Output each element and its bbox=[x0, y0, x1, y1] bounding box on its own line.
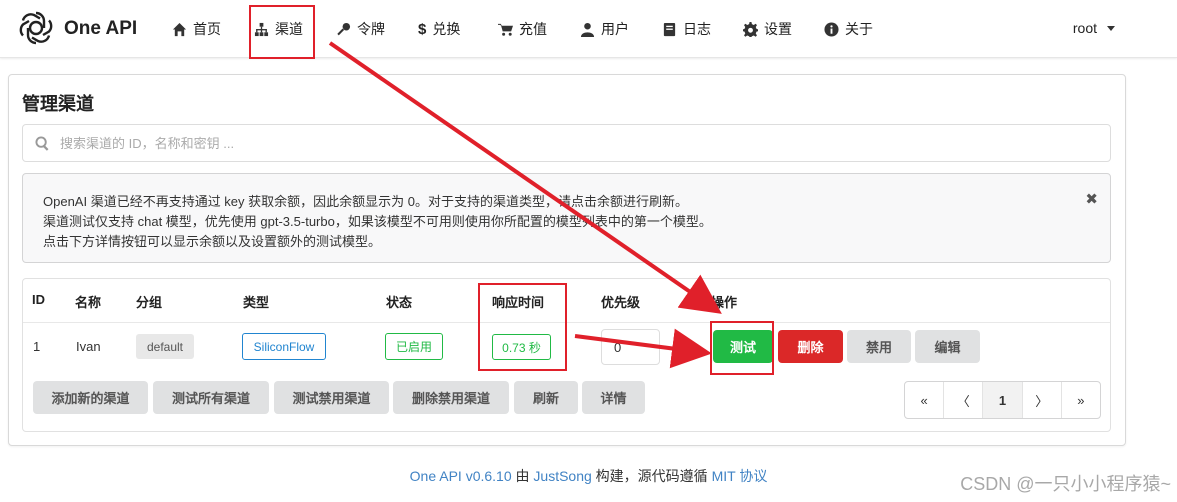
highlight-test-button bbox=[710, 321, 774, 375]
details-button[interactable]: 详情 bbox=[582, 381, 645, 414]
search-bar[interactable] bbox=[22, 124, 1111, 162]
username: root bbox=[1072, 20, 1097, 36]
search-icon bbox=[35, 135, 49, 151]
cell-id: 1 bbox=[33, 339, 41, 354]
notice-line-3: 点击下方详情按钮可以显示余额以及设置额外的测试模型。 bbox=[43, 234, 382, 249]
status-label: 已启用 bbox=[385, 333, 443, 360]
header-type: 类型 bbox=[243, 295, 270, 310]
last-page-button[interactable]: » bbox=[1062, 382, 1100, 418]
delete-disabled-button[interactable]: 删除禁用渠道 bbox=[393, 381, 509, 414]
nav-about[interactable]: 关于 bbox=[824, 19, 873, 39]
page-1-button[interactable]: 1 bbox=[983, 382, 1023, 418]
nav-settings[interactable]: 设置 bbox=[743, 19, 792, 39]
close-icon[interactable]: ✖ bbox=[1085, 190, 1098, 208]
notice-line-1: OpenAI 渠道已经不再支持通过 key 获取余额，因此余额显示为 0。对于支… bbox=[43, 194, 688, 209]
header-priority: 优先级 bbox=[601, 295, 641, 310]
info-message: OpenAI 渠道已经不再支持通过 key 获取余额，因此余额显示为 0。对于支… bbox=[22, 173, 1111, 263]
header-name: 名称 bbox=[75, 295, 102, 310]
header-id: ID bbox=[32, 292, 45, 307]
nav-topup[interactable]: 充值 bbox=[498, 19, 547, 39]
csdn-watermark: CSDN @一只小小程序猿~ bbox=[960, 474, 1171, 494]
edit-button[interactable]: 编辑 bbox=[915, 330, 980, 363]
header-status: 状态 bbox=[386, 295, 413, 310]
search-input[interactable] bbox=[60, 135, 960, 151]
disable-button[interactable]: 禁用 bbox=[847, 330, 911, 363]
nav-users[interactable]: 用户 bbox=[580, 19, 629, 39]
priority-input[interactable]: 0 bbox=[601, 329, 660, 365]
nav-tokens[interactable]: 令牌 bbox=[336, 19, 385, 39]
openai-logo-icon[interactable] bbox=[18, 10, 54, 46]
home-icon bbox=[172, 22, 187, 36]
pagination: « 〈 1 〉 » bbox=[904, 381, 1101, 419]
cell-name: Ivan bbox=[76, 339, 101, 354]
highlight-response-time bbox=[478, 283, 567, 371]
caret-down-icon bbox=[1107, 25, 1115, 31]
prev-page-button[interactable]: 〈 bbox=[944, 382, 984, 418]
footer-text-1: 由 bbox=[511, 468, 534, 484]
gear-icon bbox=[743, 21, 758, 37]
user-icon bbox=[580, 22, 595, 37]
cart-icon bbox=[498, 23, 513, 36]
footer-text-2: 构建，源代码遵循 bbox=[591, 468, 712, 484]
type-label: SiliconFlow bbox=[242, 333, 326, 360]
delete-button[interactable]: 删除 bbox=[778, 330, 843, 363]
top-navbar: One API 首页 渠道 令牌 $ 兑换 充值 用户 日志 设置 关于 roo… bbox=[0, 0, 1177, 58]
refresh-button[interactable]: 刷新 bbox=[514, 381, 578, 414]
header-actions: 操作 bbox=[711, 295, 738, 310]
info-icon bbox=[824, 21, 839, 37]
brand-name[interactable]: One API bbox=[64, 18, 137, 40]
author-link[interactable]: JustSong bbox=[533, 468, 591, 484]
header-group: 分组 bbox=[136, 295, 163, 310]
test-disabled-button[interactable]: 测试禁用渠道 bbox=[274, 381, 389, 414]
notice-line-2: 渠道测试仅支持 chat 模型，优先使用 gpt-3.5-turbo，如果该模型… bbox=[43, 214, 712, 229]
page-title: 管理渠道 bbox=[22, 94, 94, 114]
first-page-button[interactable]: « bbox=[905, 382, 945, 418]
group-label: default bbox=[136, 334, 194, 359]
next-page-button[interactable]: 〉 bbox=[1023, 382, 1062, 418]
version-link[interactable]: One API v0.6.10 bbox=[410, 468, 512, 484]
add-channel-button[interactable]: 添加新的渠道 bbox=[33, 381, 148, 414]
highlight-channels-tab bbox=[249, 5, 315, 59]
book-icon bbox=[663, 22, 676, 36]
key-icon bbox=[337, 22, 351, 35]
user-menu[interactable]: root bbox=[1073, 20, 1115, 36]
license-link[interactable]: MIT 协议 bbox=[712, 468, 768, 484]
test-all-button[interactable]: 测试所有渠道 bbox=[153, 381, 269, 414]
nav-logs[interactable]: 日志 bbox=[662, 19, 711, 39]
nav-home[interactable]: 首页 bbox=[172, 19, 221, 39]
dollar-icon: $ bbox=[418, 20, 427, 38]
nav-redeem[interactable]: $ 兑换 bbox=[418, 19, 460, 39]
